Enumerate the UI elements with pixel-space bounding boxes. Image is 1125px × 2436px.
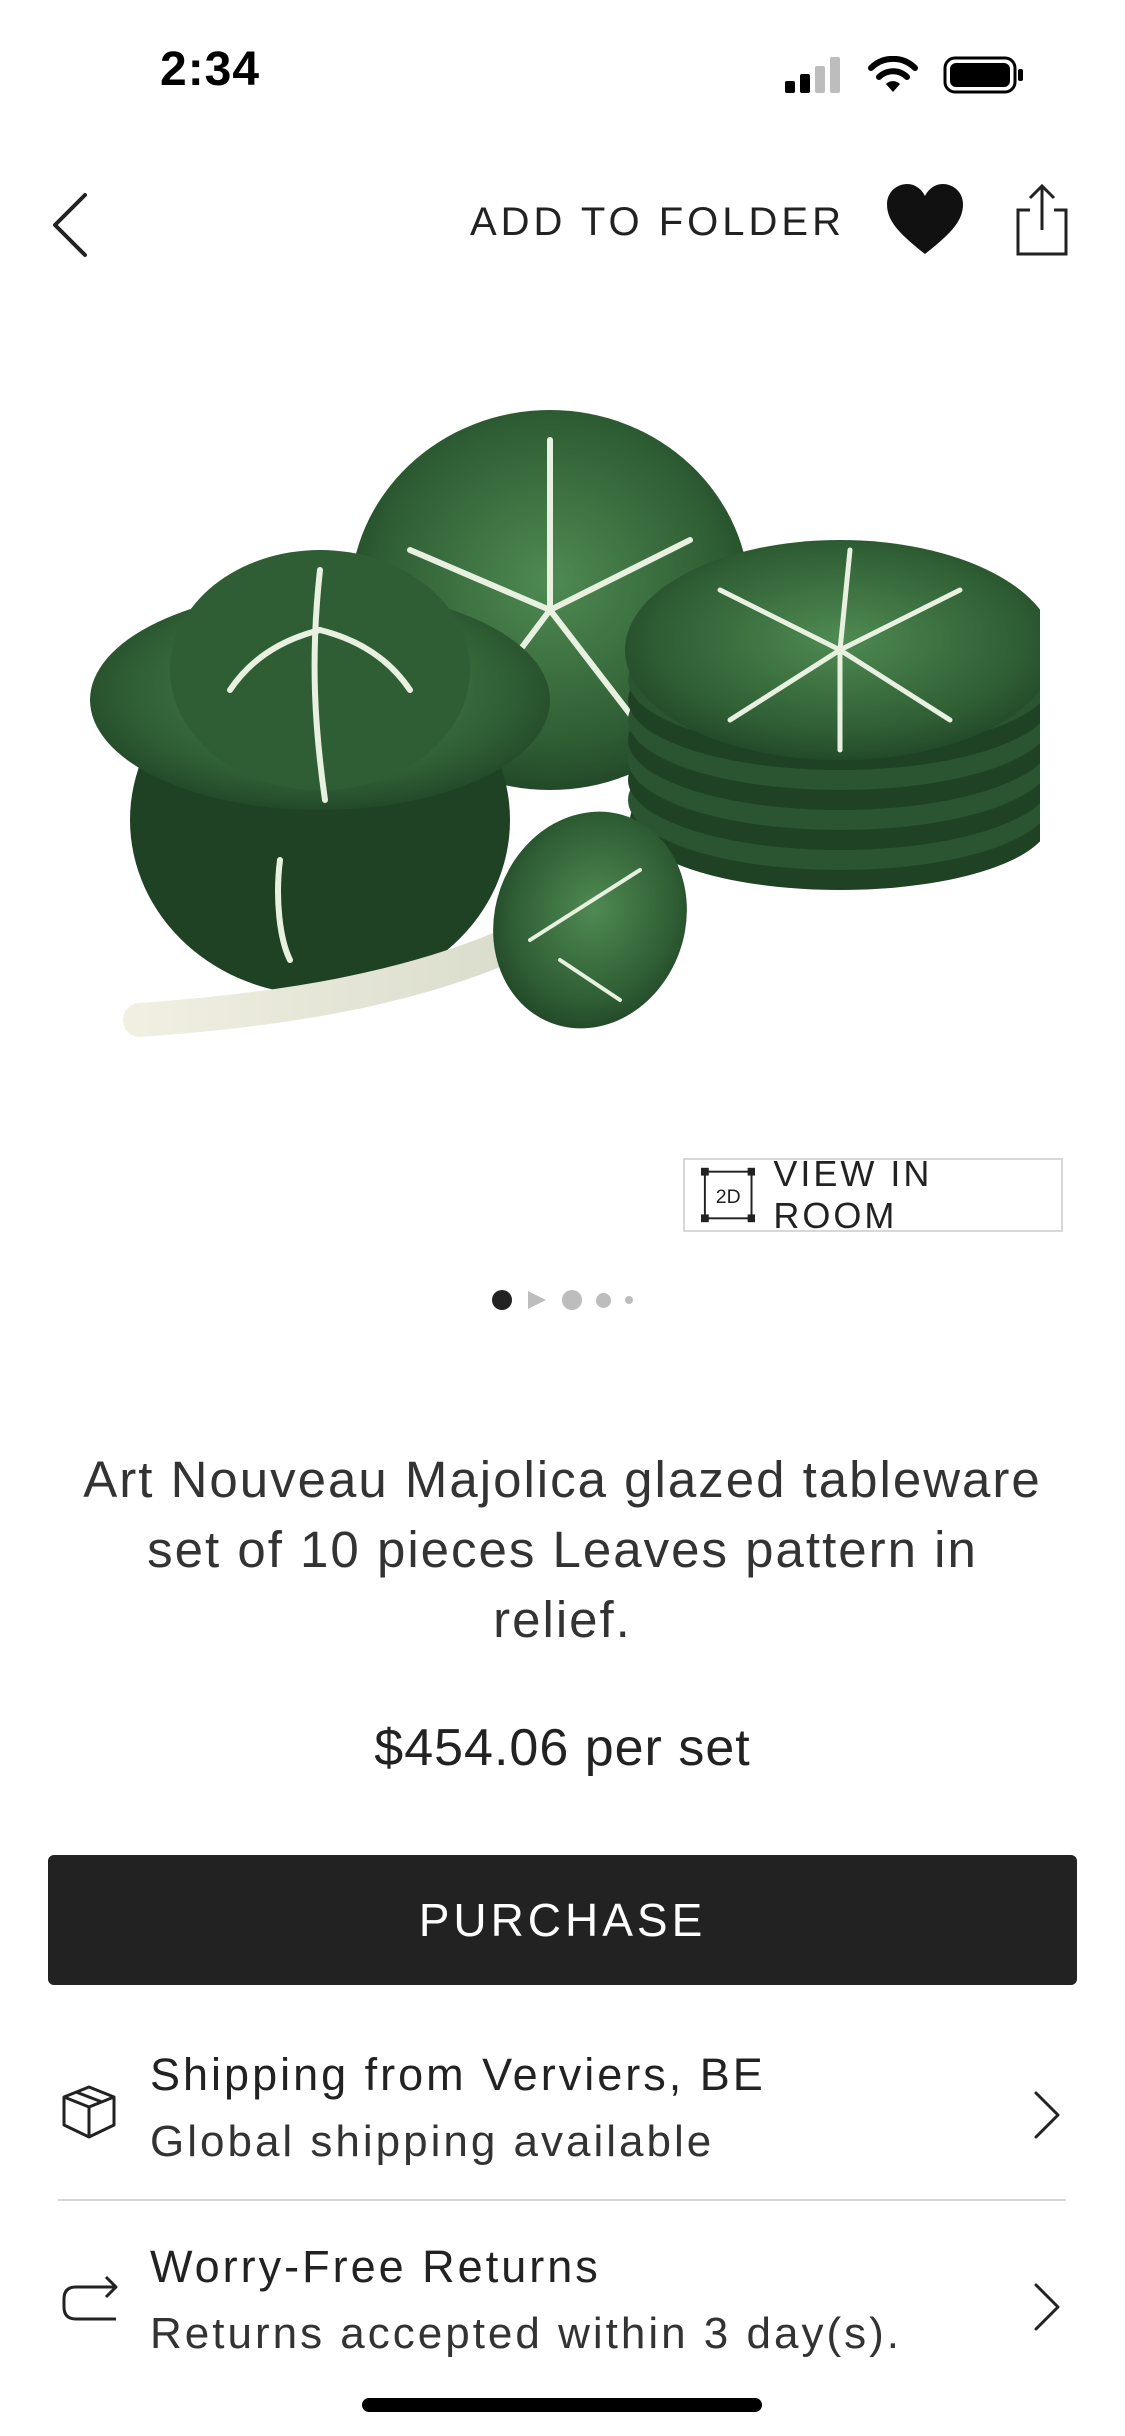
share-icon — [1016, 183, 1068, 256]
product-price: $454.06 per set — [374, 1719, 751, 1777]
wifi-icon — [868, 56, 918, 92]
back-button[interactable] — [45, 185, 105, 265]
heart-icon — [887, 184, 963, 254]
carousel-dot[interactable] — [492, 1290, 512, 1310]
home-indicator[interactable] — [362, 2398, 762, 2412]
carousel-indicator — [0, 1285, 1125, 1315]
status-icons — [785, 55, 1025, 95]
product-photo[interactable] — [80, 400, 1055, 1140]
row-divider — [58, 2199, 1066, 2201]
view-in-room-label: VIEW IN ROOM — [773, 1153, 933, 1236]
video-play-icon[interactable] — [526, 1290, 548, 1310]
purchase-button[interactable]: PURCHASE — [48, 1855, 1077, 1985]
cellular-signal-icon — [785, 57, 840, 93]
2d-frame-icon: 2D — [701, 1167, 756, 1223]
chevron-right-icon — [1034, 2283, 1060, 2331]
cabbage-tableware-illustration — [90, 410, 1055, 1037]
carousel-dot[interactable] — [596, 1292, 611, 1308]
status-bar: 2:34 — [0, 0, 1125, 140]
shipping-info-row[interactable]: Shipping from Verviers, BE Global shippi… — [58, 2035, 1066, 2185]
status-time: 2:34 — [160, 43, 261, 96]
top-nav: ADD TO FOLDER — [0, 160, 1125, 280]
shipping-subtitle: Global shipping available — [150, 2117, 715, 2166]
2d-frame-label: 2D — [716, 1186, 741, 1208]
shipping-title: Shipping from Verviers, BE — [150, 2049, 766, 2100]
product-title: Art Nouveau Majolica glazed tableware se… — [83, 1451, 1042, 1648]
returns-subtitle: Returns accepted within 3 day(s). — [150, 2309, 902, 2358]
returns-info-row[interactable]: Worry-Free Returns Returns accepted with… — [58, 2227, 1066, 2377]
returns-title: Worry-Free Returns — [150, 2241, 601, 2292]
return-arrow-icon — [62, 2275, 118, 2321]
battery-icon — [943, 56, 1023, 94]
view-in-room-button[interactable]: 2D VIEW IN ROOM — [683, 1153, 1063, 1236]
carousel-dot[interactable] — [562, 1290, 582, 1310]
add-to-folder-button[interactable]: ADD TO FOLDER — [470, 200, 845, 245]
chevron-left-icon — [53, 193, 87, 257]
package-box-icon — [62, 2085, 116, 2139]
carousel-dot[interactable] — [625, 1296, 633, 1304]
chevron-right-icon — [1034, 2091, 1060, 2139]
share-button[interactable] — [1012, 180, 1072, 260]
favorite-button[interactable] — [885, 182, 965, 262]
